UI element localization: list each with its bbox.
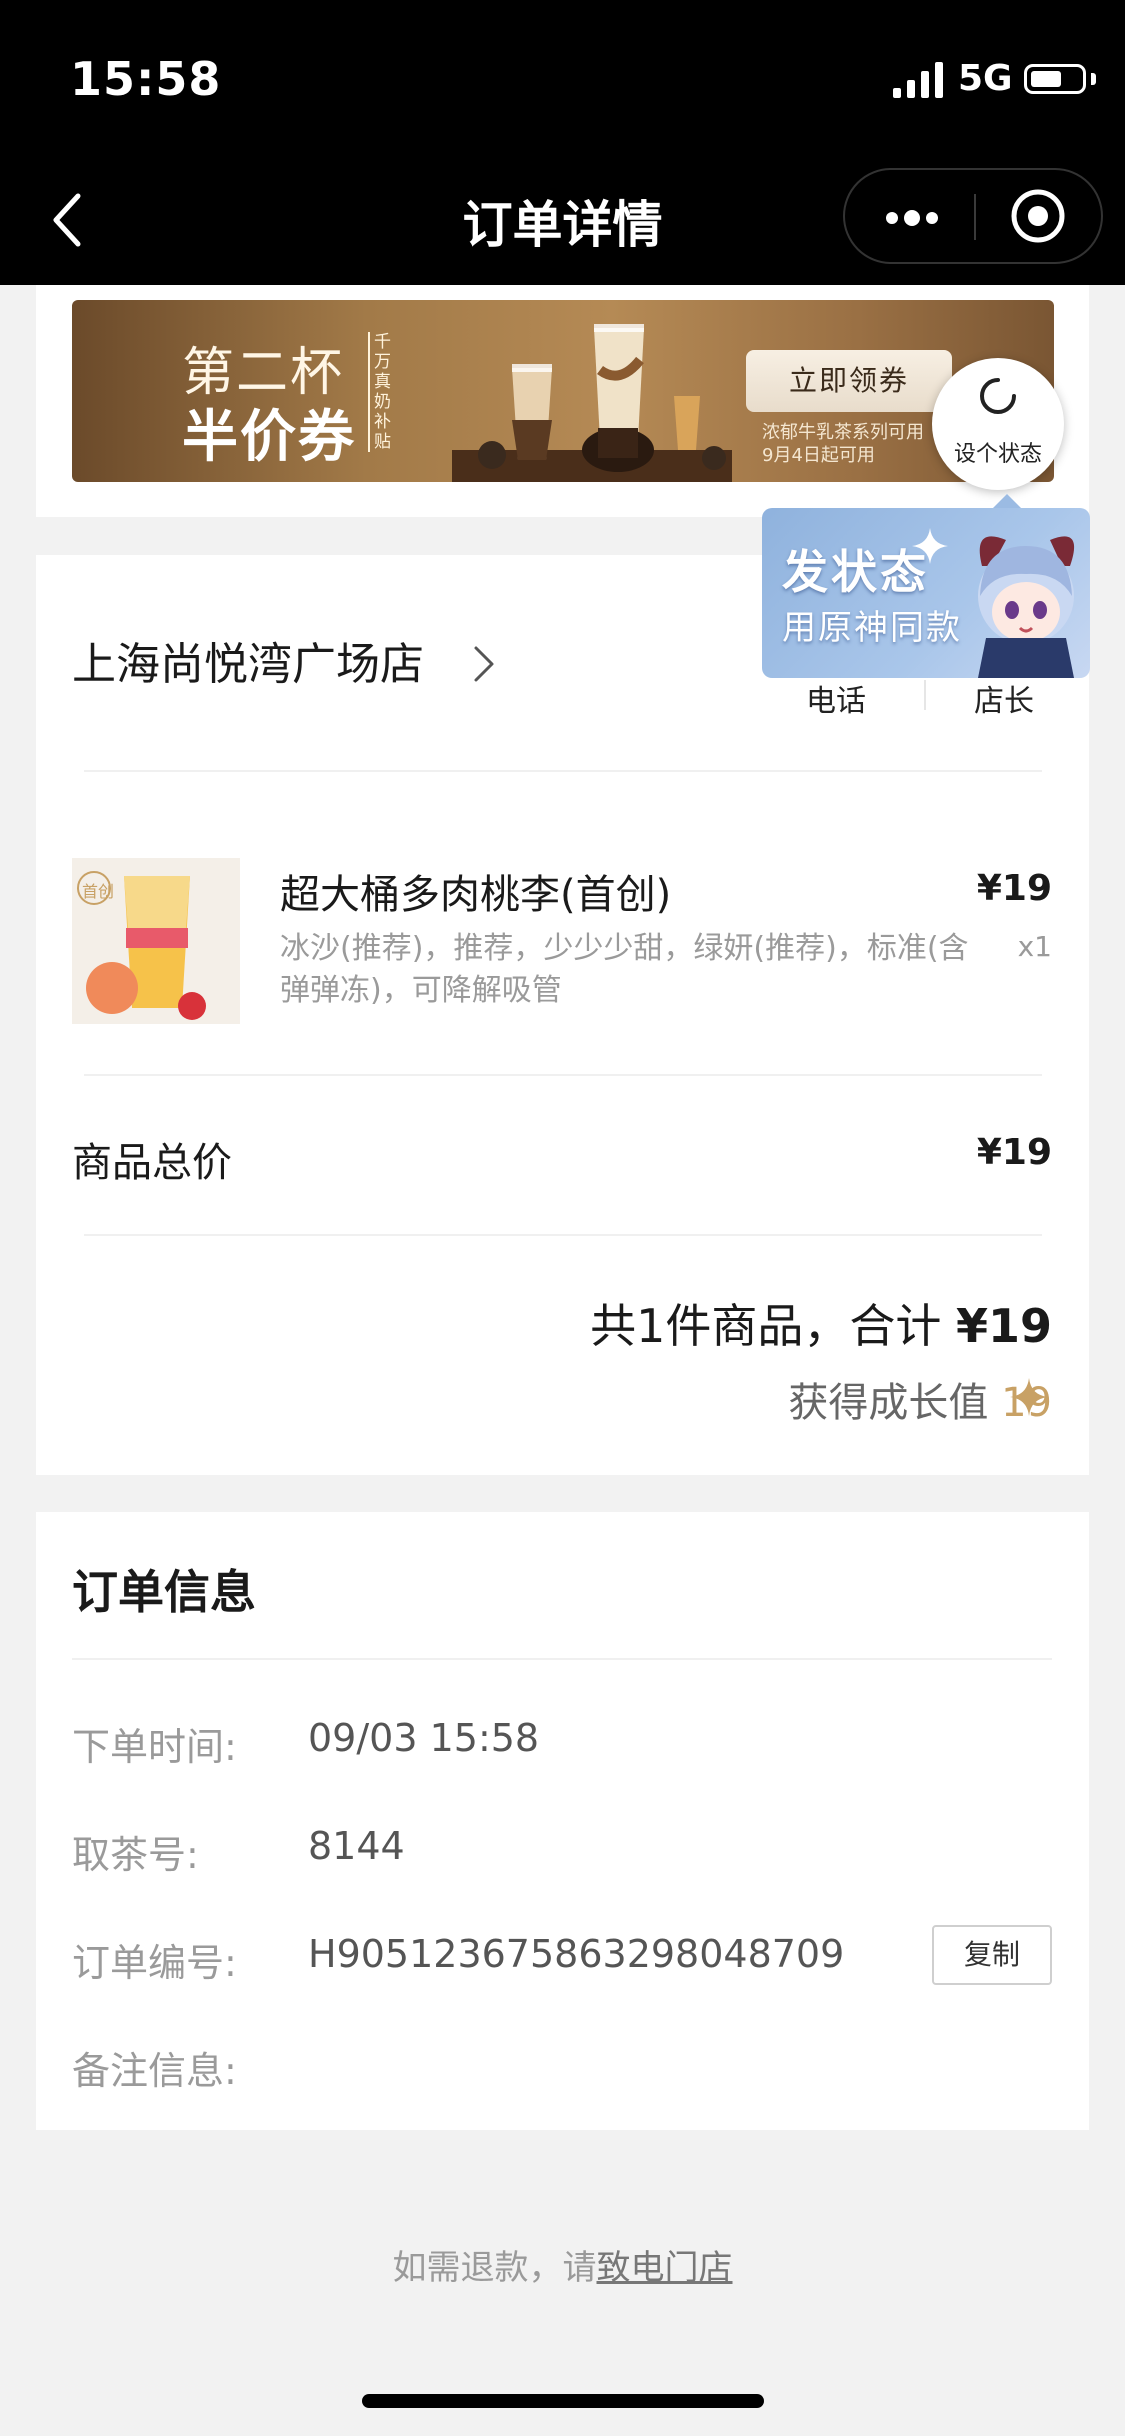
popup-subtitle: 用原神同款 [782,608,962,648]
pickup-number-label: 取茶号: [72,1833,199,1877]
battery-icon [1024,64,1086,94]
home-indicator [362,2394,764,2408]
capsule-divider [974,194,976,240]
order-total: 共1件商品，合计 ¥19 [500,1290,1052,1356]
copy-button[interactable]: 复制 [932,1925,1052,1985]
sparkle-icon [912,528,948,564]
total-amount: ¥19 [955,1299,1052,1353]
chevron-right-icon[interactable] [472,644,496,684]
more-icon[interactable] [882,203,942,233]
product-options: 冰沙(推荐)，推荐，少少少甜，绿妍(推荐)，标准(含弹弹冻)，可降解吸管 [280,931,969,1008]
status-time: 15:58 [70,52,222,106]
remark-label: 备注信息: [72,2049,237,2093]
claim-coupon-button[interactable]: 立即领券 [746,350,952,412]
battery-fill [1031,71,1061,87]
growth-label: 获得成长值 [788,1380,1002,1426]
battery-cap [1091,73,1096,85]
set-status-label: 设个状态 [953,442,1042,467]
close-miniprogram-icon[interactable] [1010,188,1066,244]
store-name[interactable]: 上海尚悦湾广场店 [72,628,424,692]
divider [84,770,1042,772]
sparkle-icon [1010,1378,1048,1416]
order-number-label: 订单编号: [72,1941,237,1985]
call-store-link[interactable]: 致电门店 [597,2248,733,2288]
banner-vertical-text: 千万真奶补贴 [368,332,396,452]
banner-sub2: 9月4日起可用 [762,445,875,466]
popup-title: 发状态 [782,545,929,599]
divider [72,1658,1052,1660]
network-type: 5G [958,58,1013,99]
store-phone-button[interactable]: 电话 [806,676,866,720]
pickup-number-value: 8144 [308,1824,405,1868]
phone-manager-divider [924,680,926,710]
product-name: 超大桶多肉桃李(首创) [280,872,672,918]
character-avatar-icon [978,536,1075,678]
banner-line2: 半价券 [182,405,356,470]
order-time-label: 下单时间: [72,1725,237,1769]
popup-arrow [993,494,1021,508]
status-promo-popup[interactable]: 发状态 用原神同款 [762,508,1090,678]
store-manager-button[interactable]: 店长 [974,676,1034,720]
milk-tea-cups-image [452,324,732,482]
subtotal-label: 商品总价 [72,1140,232,1186]
divider [84,1234,1042,1236]
product-quantity: x1 [1017,930,1052,963]
subtotal-value: ¥19 [976,1132,1052,1173]
order-number-value: H9051236758632980487​09 [308,1932,845,1976]
product-price: ¥19 [976,868,1052,909]
refresh-ring-icon [980,378,1016,414]
product-image-label: 首创 [82,882,115,901]
total-prefix: 共1件商品，合计 [590,1299,956,1353]
product-image: 首创 [72,858,240,1024]
refund-note: 如需退款，请致电门店 [0,2240,1125,2289]
coupon-banner[interactable]: 第二杯 半价券 千万真奶补贴 立即领券 浓郁牛乳茶系列可用 9月4日起可用 [72,300,1054,482]
refund-prefix: 如需退款，请 [392,2248,597,2288]
order-time-value: 09/03 15:58 [308,1716,540,1760]
order-info-title: 订单信息 [72,1565,256,1619]
divider [84,1074,1042,1076]
signal-icon [893,62,943,98]
